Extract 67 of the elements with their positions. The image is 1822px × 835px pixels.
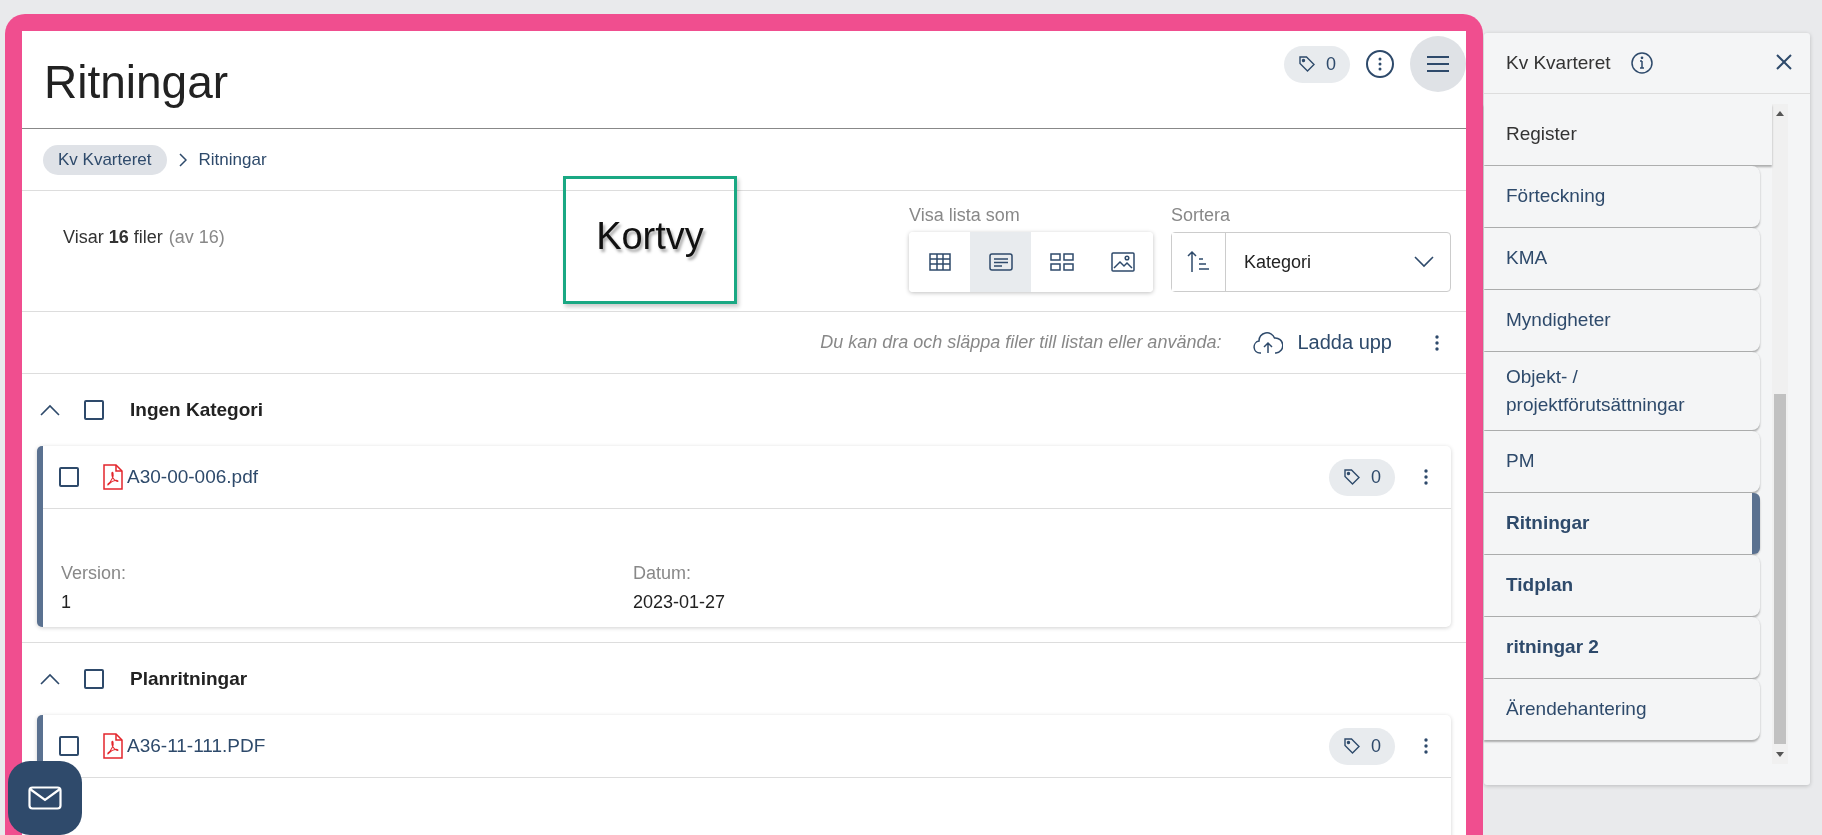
category-heading: Ingen Kategori	[130, 399, 263, 421]
checkbox[interactable]	[84, 669, 104, 689]
more-options-icon[interactable]	[1434, 333, 1440, 352]
breadcrumb-current: Ritningar	[198, 149, 267, 170]
more-options-icon[interactable]	[1423, 737, 1429, 755]
file-name-link[interactable]: A36-11-111.PDF	[127, 735, 266, 757]
sort-ascending-icon	[1186, 250, 1211, 274]
more-options-icon[interactable]	[1423, 468, 1429, 486]
checkbox[interactable]	[59, 467, 79, 487]
chevron-right-icon	[178, 152, 187, 167]
view-mode-button[interactable]	[1031, 232, 1092, 292]
info-icon[interactable]	[1630, 52, 1653, 74]
field-label: Version:	[61, 563, 128, 584]
field-value: 2023-01-27	[633, 592, 727, 613]
grid-icon	[1049, 253, 1074, 271]
pdf-file-icon	[103, 733, 123, 759]
view-mode-button[interactable]	[970, 232, 1031, 292]
envelope-icon	[28, 786, 62, 810]
view-mode-label: Visa lista som	[909, 205, 1021, 226]
menu-button[interactable]	[1410, 36, 1466, 92]
sidebar-item[interactable]: Ritningar	[1484, 493, 1760, 554]
text-card-icon	[988, 253, 1013, 271]
view-mode-button[interactable]	[1092, 232, 1153, 292]
sidebar-item[interactable]: Förteckning	[1484, 166, 1760, 227]
upload-button[interactable]: Ladda upp	[1253, 331, 1392, 354]
sort-direction-button[interactable]	[1172, 233, 1226, 291]
page-title: Ritningar	[44, 55, 229, 109]
tag-icon	[1343, 468, 1361, 486]
tag-count-button[interactable]: 0	[1284, 45, 1350, 83]
field-value: 1	[61, 592, 72, 613]
sidebar-item[interactable]: Myndigheter	[1484, 290, 1760, 351]
tag-icon	[1298, 55, 1316, 73]
tag-count-button[interactable]: 0	[1329, 458, 1395, 496]
sidebar-item[interactable]: KMA	[1484, 228, 1760, 289]
mail-button[interactable]	[8, 761, 82, 835]
annotation-label: Kortvy	[563, 176, 737, 304]
breadcrumb-link[interactable]: Kv Kvarteret	[43, 144, 167, 175]
category-heading: Planritningar	[130, 668, 248, 690]
chevron-down-icon	[1414, 256, 1434, 268]
table-icon	[928, 253, 951, 271]
more-options-icon[interactable]	[1366, 50, 1394, 78]
file-name-link[interactable]: A30-00-006.pdf	[127, 466, 258, 488]
image-icon	[1110, 252, 1135, 272]
cloud-upload-icon	[1253, 331, 1284, 354]
tag-count-button[interactable]: 0	[1329, 727, 1395, 765]
file-count-text: Visar 16 filer	[63, 227, 163, 249]
checkbox[interactable]	[59, 736, 79, 756]
tag-icon	[1343, 737, 1361, 755]
sidebar-item[interactable]: Tidplan	[1484, 555, 1760, 616]
chevron-up-icon[interactable]	[40, 673, 60, 685]
sidebar-item[interactable]: PM	[1484, 431, 1760, 492]
sidebar-item[interactable]: Ärendehantering	[1484, 679, 1760, 740]
sort-label: Sortera	[1171, 205, 1232, 226]
chevron-up-icon[interactable]	[40, 404, 60, 416]
sidebar-title: Kv Kvarteret	[1506, 52, 1611, 74]
close-icon	[1776, 53, 1792, 70]
sidebar-item[interactable]: Register	[1484, 104, 1772, 165]
drop-hint-text: Du kan dra och släppa filer till listan eller använda:	[820, 332, 1222, 353]
menu-icon	[1427, 56, 1449, 72]
checkbox[interactable]	[84, 400, 104, 420]
sidebar-item[interactable]: Objekt- / projektförutsättningar	[1484, 352, 1760, 430]
pdf-file-icon	[103, 464, 123, 490]
field-label: Datum:	[633, 563, 693, 584]
view-mode-button[interactable]	[909, 232, 970, 292]
sidebar-item[interactable]: ritningar 2	[1484, 617, 1760, 678]
scrollbar[interactable]	[1772, 104, 1788, 764]
total-count-text: (av 16)	[168, 227, 225, 249]
